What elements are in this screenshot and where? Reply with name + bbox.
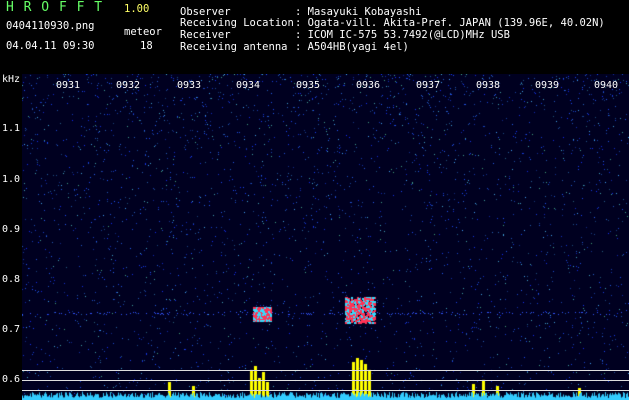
counter-value: 18 — [140, 40, 153, 52]
level-line — [22, 390, 629, 391]
time-tick: 0931 — [56, 80, 81, 91]
time-tick: 0936 — [356, 80, 381, 91]
info-label-receiver: Receiver — [180, 29, 231, 41]
date-time: 04.04.11 09:30 — [6, 40, 95, 52]
info-value-antenna: : A504HB(yagi 4el) — [295, 41, 409, 53]
info-label-location: Receiving Location — [180, 17, 294, 29]
axis-unit: kHz — [2, 74, 21, 85]
time-tick: 0939 — [535, 80, 560, 91]
info-value-receiver: : ICOM IC-575 53.7492(@LCD)MHz USB — [295, 29, 510, 41]
y-tick: 0.9 — [2, 224, 21, 235]
app-version: 1.00 — [124, 3, 150, 15]
y-tick: 1.0 — [2, 174, 21, 185]
level-line — [22, 370, 629, 371]
counter-label: meteor — [124, 26, 162, 38]
time-tick: 0935 — [296, 80, 321, 91]
time-tick: 0937 — [416, 80, 441, 91]
app-title: H R O F F T — [6, 0, 104, 15]
y-tick: 0.6 — [2, 374, 21, 385]
info-value-location: : Ogata-vill. Akita-Pref. JAPAN (139.96E… — [295, 17, 605, 29]
file-name: 0404110930.png — [6, 20, 95, 32]
spectrogram[interactable] — [22, 74, 629, 400]
level-line — [22, 380, 629, 381]
time-tick: 0940 — [594, 80, 619, 91]
info-label-antenna: Receiving antenna — [180, 41, 288, 53]
time-tick: 0933 — [177, 80, 202, 91]
time-tick: 0934 — [236, 80, 261, 91]
time-tick: 0938 — [476, 80, 501, 91]
y-tick: 1.1 — [2, 123, 21, 134]
y-tick: 0.8 — [2, 274, 21, 285]
time-tick: 0932 — [116, 80, 141, 91]
header-panel: H R O F F T 1.00 0404110930.png meteor 1… — [0, 0, 629, 74]
spectrogram-canvas — [22, 74, 629, 400]
y-tick: 0.7 — [2, 324, 21, 335]
frequency-axis: kHz 1.1 1.0 0.9 0.8 0.7 0.6 — [0, 74, 22, 400]
